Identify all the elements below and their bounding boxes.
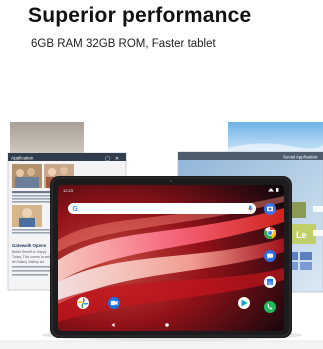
camera-icon[interactable] — [264, 203, 276, 215]
article-title: Gatewalk Opens — [12, 243, 47, 248]
home-icon[interactable] — [165, 323, 169, 327]
maximize-button[interactable]: □ — [105, 156, 110, 162]
google-logo-icon: G — [73, 206, 79, 213]
left-window-title: Application — [11, 156, 34, 161]
duo-icon[interactable] — [108, 297, 120, 309]
calendar-icon[interactable]: 31 — [264, 276, 276, 288]
product-illustration: Application _ □ ✕ Gatewalk Opens Better — [0, 122, 323, 349]
svg-text:Le: Le — [296, 230, 307, 240]
messages-icon[interactable] — [264, 250, 276, 262]
background-photo-right — [228, 122, 323, 154]
photos-icon[interactable] — [77, 297, 89, 309]
article-line-1: Better Sheriff or Happy — [12, 250, 47, 254]
article-line-2: Today, This comes to write — [12, 255, 52, 259]
tablet-screen: 12:23 G 31 — [58, 185, 284, 331]
close-button[interactable]: ✕ — [115, 156, 119, 162]
phone-icon[interactable] — [264, 301, 276, 313]
search-bar[interactable]: G — [68, 203, 256, 214]
article-line-3: all Gallery Gallery art — [12, 260, 44, 264]
background-photo-left — [10, 122, 84, 154]
product-card: Superior performance 6GB RAM 32GB ROM, F… — [0, 0, 323, 349]
chrome-icon[interactable] — [264, 227, 276, 239]
play-store-icon[interactable] — [238, 297, 250, 309]
minimize-button[interactable]: _ — [95, 156, 99, 162]
desktop-app-tile — [290, 202, 306, 218]
status-time: 12:23 — [63, 188, 74, 193]
right-window-title: Social Application — [283, 155, 318, 160]
svg-text:31: 31 — [268, 282, 272, 286]
tablet-device: 12:23 G 31 — [50, 176, 292, 338]
front-camera — [169, 179, 173, 183]
